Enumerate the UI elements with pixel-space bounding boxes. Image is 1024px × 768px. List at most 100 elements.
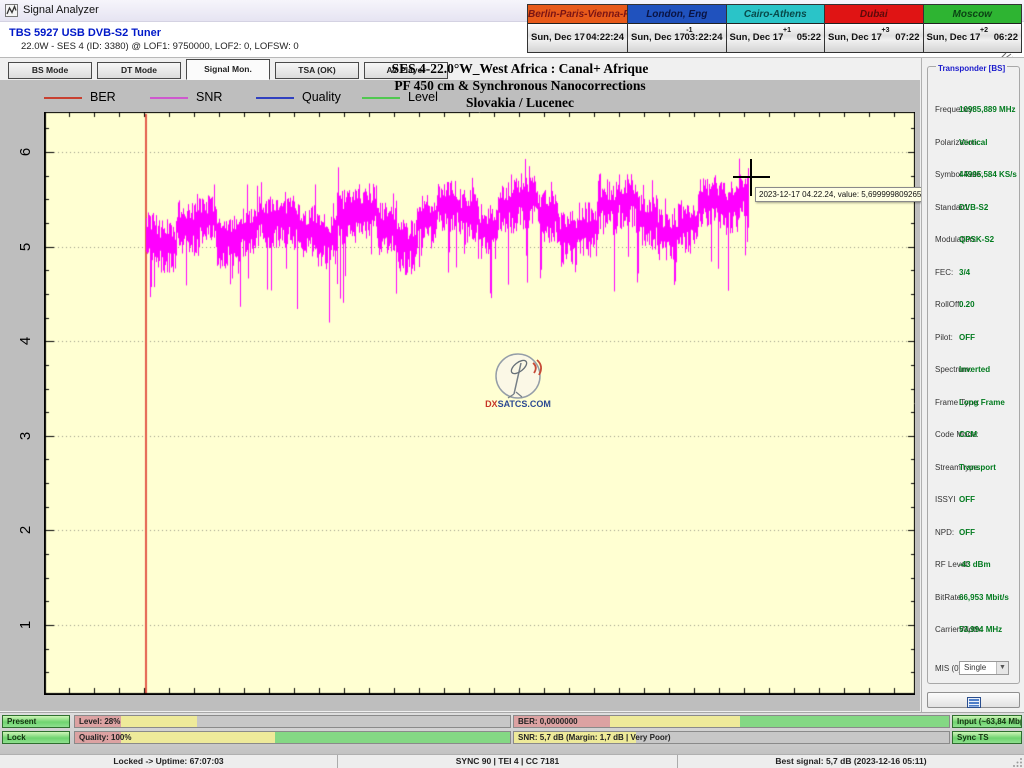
tuner-name: TBS 5927 USB DVB-S2 Tuner — [9, 27, 161, 39]
transponder-label: FEC: — [935, 268, 953, 277]
bar-label: BER: 0,0000000 — [518, 717, 578, 726]
ytick-4: 4 — [15, 330, 37, 352]
transponder-label: RollOff: — [935, 300, 962, 309]
transponder-row: Stream type:Transport — [928, 463, 1021, 475]
legend-label: SNR — [196, 90, 222, 104]
tuner-details: 22.0W - SES 4 (ID: 3380) @ LOF1: 9750000… — [21, 41, 299, 52]
legend-item-snr: SNR — [150, 90, 250, 106]
chevron-down-icon: ▼ — [996, 662, 1008, 674]
transponder-row: Standard:DVB-S2 — [928, 203, 1021, 215]
resize-grip[interactable] — [1013, 757, 1023, 767]
transponder-value: 66,953 Mbit/s — [959, 593, 1009, 602]
status-lock-uptime: Locked -> Uptime: 67:07:03 — [0, 755, 337, 768]
bar-segment-gray — [197, 716, 510, 727]
transponder-value: DVB-S2 — [959, 203, 988, 212]
tab-signal-mon-[interactable]: Signal Mon. — [186, 59, 270, 80]
ytick-5: 5 — [15, 236, 37, 258]
bar-quality: Quality: 100% — [74, 731, 511, 744]
transponder-row: Spectrum:Inverted — [928, 365, 1021, 377]
transponder-label: NPD: — [935, 528, 954, 537]
bar-segment-green — [275, 732, 510, 743]
transponder-value: Long Frame — [959, 398, 1005, 407]
ytick-6: 6 — [15, 141, 37, 163]
chart-title: SES 4-22.0°W_West Africa : Canal+ Afriqu… — [300, 60, 740, 111]
transponder-value: 44995,584 KS/s — [959, 170, 1017, 179]
crosshair-horizontal — [733, 176, 770, 178]
transponder-value: Inverted — [959, 365, 990, 374]
clock-date: Sun, Dec 17 — [927, 32, 981, 43]
transponder-groupbox: Transponder [BS] Frequency:10985,889 MHz… — [927, 66, 1020, 684]
window-title: Signal Analyzer — [23, 4, 99, 16]
bar-segment-gray — [636, 732, 949, 743]
bar-label: Level: 28% — [79, 717, 120, 726]
chart-title-line2: PF 450 cm & Synchronous Nanocorrections — [300, 77, 740, 94]
clock-time-row: Sun, Dec 1704:22:24 — [528, 24, 627, 52]
clock-date: Sun, Dec 17 — [631, 32, 685, 43]
transponder-value: 10985,889 MHz — [959, 105, 1015, 114]
tab-bs-mode[interactable]: BS Mode — [8, 62, 92, 79]
transponder-label: Pilot: — [935, 333, 953, 342]
status-sync-counters: SYNC 90 | TEI 4 | CC 7181 — [337, 755, 677, 768]
transponder-row: Modulation:QPSK-S2 — [928, 235, 1021, 247]
chart-title-line1: SES 4-22.0°W_West Africa : Canal+ Afriqu… — [300, 60, 740, 77]
clock-time-row: Sun, Dec 17-103:22:24 — [628, 24, 726, 52]
badge-present: Present — [2, 715, 70, 728]
bar-snr: SNR: 5,7 dB (Margin: 1,7 dB | Very Poor) — [513, 731, 950, 744]
legend-label: BER — [90, 90, 116, 104]
transponder-row: BitRate:66,953 Mbit/s — [928, 593, 1021, 605]
watermark-text-blue: SATCS.COM — [498, 399, 551, 409]
list-icon — [967, 697, 981, 708]
status-bar: Locked -> Uptime: 67:07:03 SYNC 90 | TEI… — [0, 754, 1024, 768]
transponder-row: Frame Type:Long Frame — [928, 398, 1021, 410]
app-icon — [5, 4, 18, 17]
transponder-value: OFF — [959, 528, 975, 537]
bar-segment-green — [740, 716, 949, 727]
tab-dt-mode[interactable]: DT Mode — [97, 62, 181, 79]
transponder-value: CCM — [959, 430, 977, 439]
dxsatcs-watermark: DXSATCS.COM — [481, 351, 555, 411]
transponder-row: Symbol Rate:44995,584 KS/s — [928, 170, 1021, 182]
transponder-value: Vertical — [959, 138, 987, 147]
legend-line-sample — [256, 97, 294, 99]
clock-cairo-athens: Cairo-AthensSun, Dec 17+105:22 — [726, 5, 825, 52]
legend-item-ber: BER — [44, 90, 144, 106]
clock-city-label: Moscow — [924, 5, 1022, 24]
transponder-row: Pilot:OFF — [928, 333, 1021, 345]
mis-select[interactable]: Single ▼ — [959, 661, 1009, 675]
bar-label: Quality: 100% — [79, 733, 131, 742]
clock-time-row: Sun, Dec 17+105:22 — [727, 24, 825, 52]
clock-time: 06:22 — [994, 32, 1018, 43]
transponder-row: RF Level:-43 dBm — [928, 560, 1021, 572]
transponder-value: QPSK-S2 — [959, 235, 994, 244]
clock-utc-offset: +3 — [882, 27, 890, 34]
clock-city-label: Cairo-Athens — [727, 5, 825, 24]
transponder-title: Transponder [BS] — [936, 64, 1007, 73]
legend-line-sample — [44, 97, 82, 99]
clock-berlin-paris-vienna-roma: Berlin-Paris-Vienna-RomaSun, Dec 1704:22… — [528, 5, 627, 52]
transponder-value: 0.20 — [959, 300, 975, 309]
badge-input-mbps-: Input (~63,84 Mbps) — [952, 715, 1022, 728]
clock-utc-offset: +2 — [980, 27, 988, 34]
transponder-row: ISSYIOFF — [928, 495, 1021, 507]
badge-sync-ts: Sync TS — [952, 731, 1022, 744]
legend-line-sample — [150, 97, 188, 99]
transponder-row: Code Mode:CCM — [928, 430, 1021, 442]
bar-segment-yellow — [610, 716, 741, 727]
clock-city-label: Dubai — [825, 5, 923, 24]
transponder-list-button[interactable] — [927, 692, 1020, 708]
ytick-1: 1 — [15, 614, 37, 636]
clock-date: Sun, Dec 17 — [828, 32, 882, 43]
watermark-text-red: DX — [485, 399, 498, 409]
clock-time-row: Sun, Dec 17+2 06:22 — [924, 24, 1022, 52]
bar-label: SNR: 5,7 dB (Margin: 1,7 dB | Very Poor) — [518, 733, 671, 742]
transponder-row: CarrierWidth:53,994 MHz — [928, 625, 1021, 637]
transponder-value: 3/4 — [959, 268, 970, 277]
transponder-value: 53,994 MHz — [959, 625, 1002, 634]
clock-time: 07:22 — [895, 32, 919, 43]
mis-value: Single — [964, 663, 986, 672]
clock-date: Sun, Dec 17 — [531, 32, 585, 43]
clock-date: Sun, Dec 17 — [730, 32, 784, 43]
transponder-row: NPD: OFF — [928, 528, 1021, 540]
transponder-label: ISSYI — [935, 495, 955, 504]
transponder-row: RollOff:0.20 — [928, 300, 1021, 312]
